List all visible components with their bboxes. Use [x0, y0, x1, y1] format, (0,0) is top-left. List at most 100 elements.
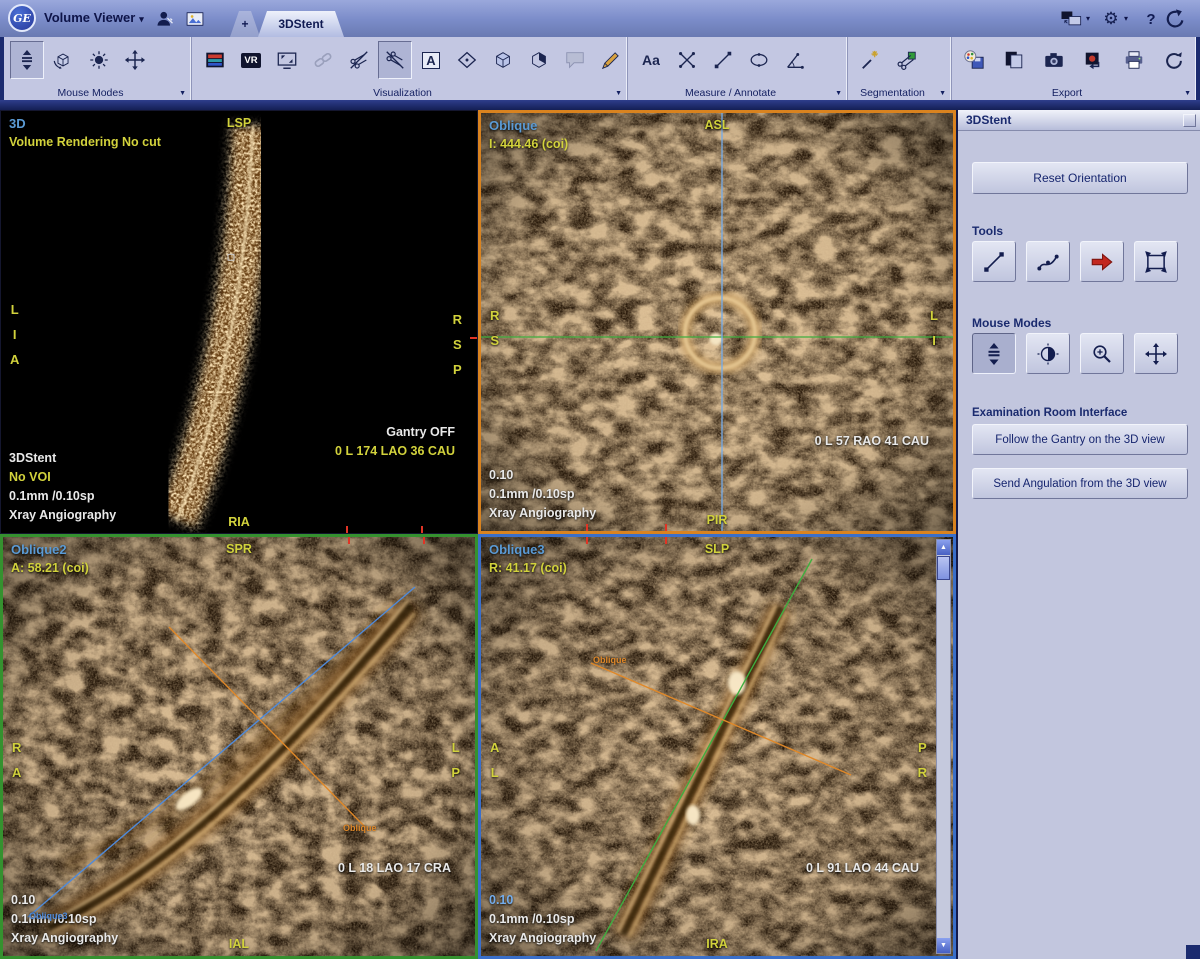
- export-dropdown-icon[interactable]: ▼: [1184, 90, 1191, 97]
- viewport-3d[interactable]: 3D Volume Rendering No cut LSP LIA RSP R…: [0, 110, 478, 534]
- orientation-top: LSP: [226, 116, 252, 130]
- comment-icon[interactable]: [558, 41, 592, 79]
- orientation-top: ASL: [704, 118, 730, 132]
- camera-capture-icon[interactable]: [1037, 41, 1071, 79]
- add-tab-button[interactable]: +: [230, 11, 260, 37]
- scroll-mode-icon[interactable]: [10, 41, 44, 79]
- segmentation-dropdown-icon[interactable]: ▼: [939, 90, 946, 97]
- cut-plane-icon[interactable]: [342, 41, 376, 79]
- mouse-modes-dropdown-icon[interactable]: ▼: [179, 90, 186, 97]
- reference-tick: [346, 526, 348, 533]
- app-menu-triangle-icon: ▾: [139, 14, 144, 24]
- scroll-up-button[interactable]: ▲: [937, 540, 950, 555]
- tab-3dstent[interactable]: 3DStent: [258, 11, 344, 37]
- point-marker-icon[interactable]: [670, 41, 704, 79]
- zoom-button-icon[interactable]: [1080, 333, 1124, 374]
- resize-grip[interactable]: [1186, 945, 1200, 959]
- intensity-value-label: I: 444.46 (coi): [489, 137, 569, 151]
- visualization-dropdown-icon[interactable]: ▼: [615, 90, 622, 97]
- text-tool-text: Aa: [642, 52, 660, 68]
- segment-cut-icon[interactable]: [890, 41, 924, 79]
- orientation-top: SLP: [704, 542, 730, 556]
- vr-view-icon[interactable]: VR: [234, 41, 268, 79]
- angulation-label: 0 L 91 LAO 44 CAU: [805, 861, 919, 875]
- reset-orientation-button[interactable]: Reset Orientation: [972, 162, 1188, 194]
- measure-dropdown-icon[interactable]: ▼: [835, 90, 842, 97]
- fullscreen-display-icon[interactable]: [270, 41, 304, 79]
- distance-measure-icon[interactable]: [706, 41, 740, 79]
- annotation-level-icon[interactable]: A: [414, 41, 448, 79]
- orientation-top: SPR: [226, 542, 252, 556]
- cube-view-icon[interactable]: [486, 41, 520, 79]
- clip-box-icon[interactable]: [522, 41, 556, 79]
- orientation-right: LP: [451, 740, 460, 780]
- print-icon[interactable]: [1117, 41, 1151, 79]
- oblique-cut-icon[interactable]: [378, 41, 412, 79]
- orientation-right: LI: [930, 308, 938, 348]
- link-views-icon[interactable]: [306, 41, 340, 79]
- position-value-label: A: 58.21 (coi): [11, 561, 89, 575]
- help-icon[interactable]: ?: [1138, 7, 1164, 31]
- save-state-icon[interactable]: [957, 41, 991, 79]
- viewport-oblique3[interactable]: Oblique3 R: 41.17 (coi) SLP AL PR IRA 0 …: [478, 534, 956, 959]
- series-info-block: 0.10 0.1mm /0.10sp Xray Angiography: [489, 893, 597, 945]
- panel-header: 3DStent: [958, 110, 1200, 131]
- scroll-thumb[interactable]: [937, 556, 950, 580]
- brightness-contrast-button-icon[interactable]: [1026, 333, 1070, 374]
- mouse-modes-button-row: [972, 333, 1178, 374]
- ge-logo: GE: [8, 4, 36, 32]
- angle-measure-icon[interactable]: [778, 41, 812, 79]
- oblique-line-label[interactable]: Oblique: [593, 655, 627, 665]
- text-annotation-icon[interactable]: Aa: [634, 41, 668, 79]
- panel-splitter-handle[interactable]: [1183, 114, 1196, 127]
- save-image-icon[interactable]: [1077, 41, 1111, 79]
- curve-trace-tool-icon[interactable]: [1026, 241, 1070, 282]
- measure-line-tool-icon[interactable]: [972, 241, 1016, 282]
- exit-session-icon[interactable]: [1162, 7, 1188, 31]
- auto-select-wand-icon[interactable]: [854, 41, 888, 79]
- pan-mode-icon[interactable]: [118, 41, 152, 79]
- oblique-line-label[interactable]: Oblique: [343, 823, 377, 833]
- window-level-mode-icon[interactable]: [82, 41, 116, 79]
- reference-tick: [348, 537, 350, 544]
- vessel-arrow-tool-icon[interactable]: [1080, 241, 1124, 282]
- viewport-name: Oblique: [489, 118, 538, 133]
- tools-button-row: [972, 241, 1178, 282]
- review-layout-icon[interactable]: [198, 41, 232, 79]
- orientation-left: RS: [490, 308, 500, 348]
- service-tools-icon[interactable]: [152, 7, 178, 31]
- slice-scrollbar[interactable]: ▲ ▼: [936, 539, 951, 954]
- segmentation-group-label: Segmentation: [860, 87, 925, 99]
- sculpt-draw-icon[interactable]: [594, 41, 628, 79]
- viewport-name: 3D: [9, 116, 26, 131]
- orientation-right: RSP: [452, 312, 462, 377]
- follow-gantry-button[interactable]: Follow the Gantry on the 3D view: [972, 424, 1188, 455]
- remote-display-triangle-icon[interactable]: ▾: [1086, 14, 1090, 23]
- orientation-bottom: IAL: [228, 937, 250, 951]
- plane-select-icon[interactable]: [450, 41, 484, 79]
- remote-display-icon[interactable]: [1058, 7, 1084, 31]
- pan-button-icon[interactable]: [1134, 333, 1178, 374]
- send-angulation-button[interactable]: Send Angulation from the 3D view: [972, 468, 1188, 499]
- series-info-block: 0.10 0.1mm /0.10sp Xray Angiography: [489, 468, 597, 520]
- rotate-3d-mode-icon[interactable]: [46, 41, 80, 79]
- toolbar-separator: [0, 100, 1200, 110]
- scroll-down-button[interactable]: ▼: [937, 938, 950, 953]
- app-menu-button[interactable]: Volume Viewer ▾: [44, 10, 144, 25]
- reset-session-icon[interactable]: [1157, 41, 1191, 79]
- reference-tick: [665, 524, 667, 531]
- ellipse-roi-icon[interactable]: [742, 41, 776, 79]
- oblique3-line-label[interactable]: Oblique3: [29, 911, 68, 921]
- fit-view-tool-icon[interactable]: [1134, 241, 1178, 282]
- viewport-oblique2[interactable]: Oblique2 A: 58.21 (coi) SPR RA LP IAL 0 …: [0, 534, 478, 959]
- gear-icon[interactable]: ⚙: [1098, 7, 1124, 31]
- settings-triangle-icon[interactable]: ▾: [1124, 14, 1128, 23]
- mouse-modes-section-label: Mouse Modes: [972, 316, 1052, 330]
- scroll-mode-button-icon[interactable]: [972, 333, 1016, 374]
- orientation-bottom: RIA: [228, 515, 250, 529]
- main-toolbar: Mouse Modes ▼ VR A Visualization ▼ Aa Me…: [4, 37, 1196, 100]
- render-mode-label: Volume Rendering No cut: [9, 135, 161, 149]
- image-gallery-icon[interactable]: [182, 7, 208, 31]
- viewport-oblique[interactable]: Oblique I: 444.46 (coi) ASL RS LI PIR 0 …: [478, 110, 956, 534]
- copy-to-film-icon[interactable]: [997, 41, 1031, 79]
